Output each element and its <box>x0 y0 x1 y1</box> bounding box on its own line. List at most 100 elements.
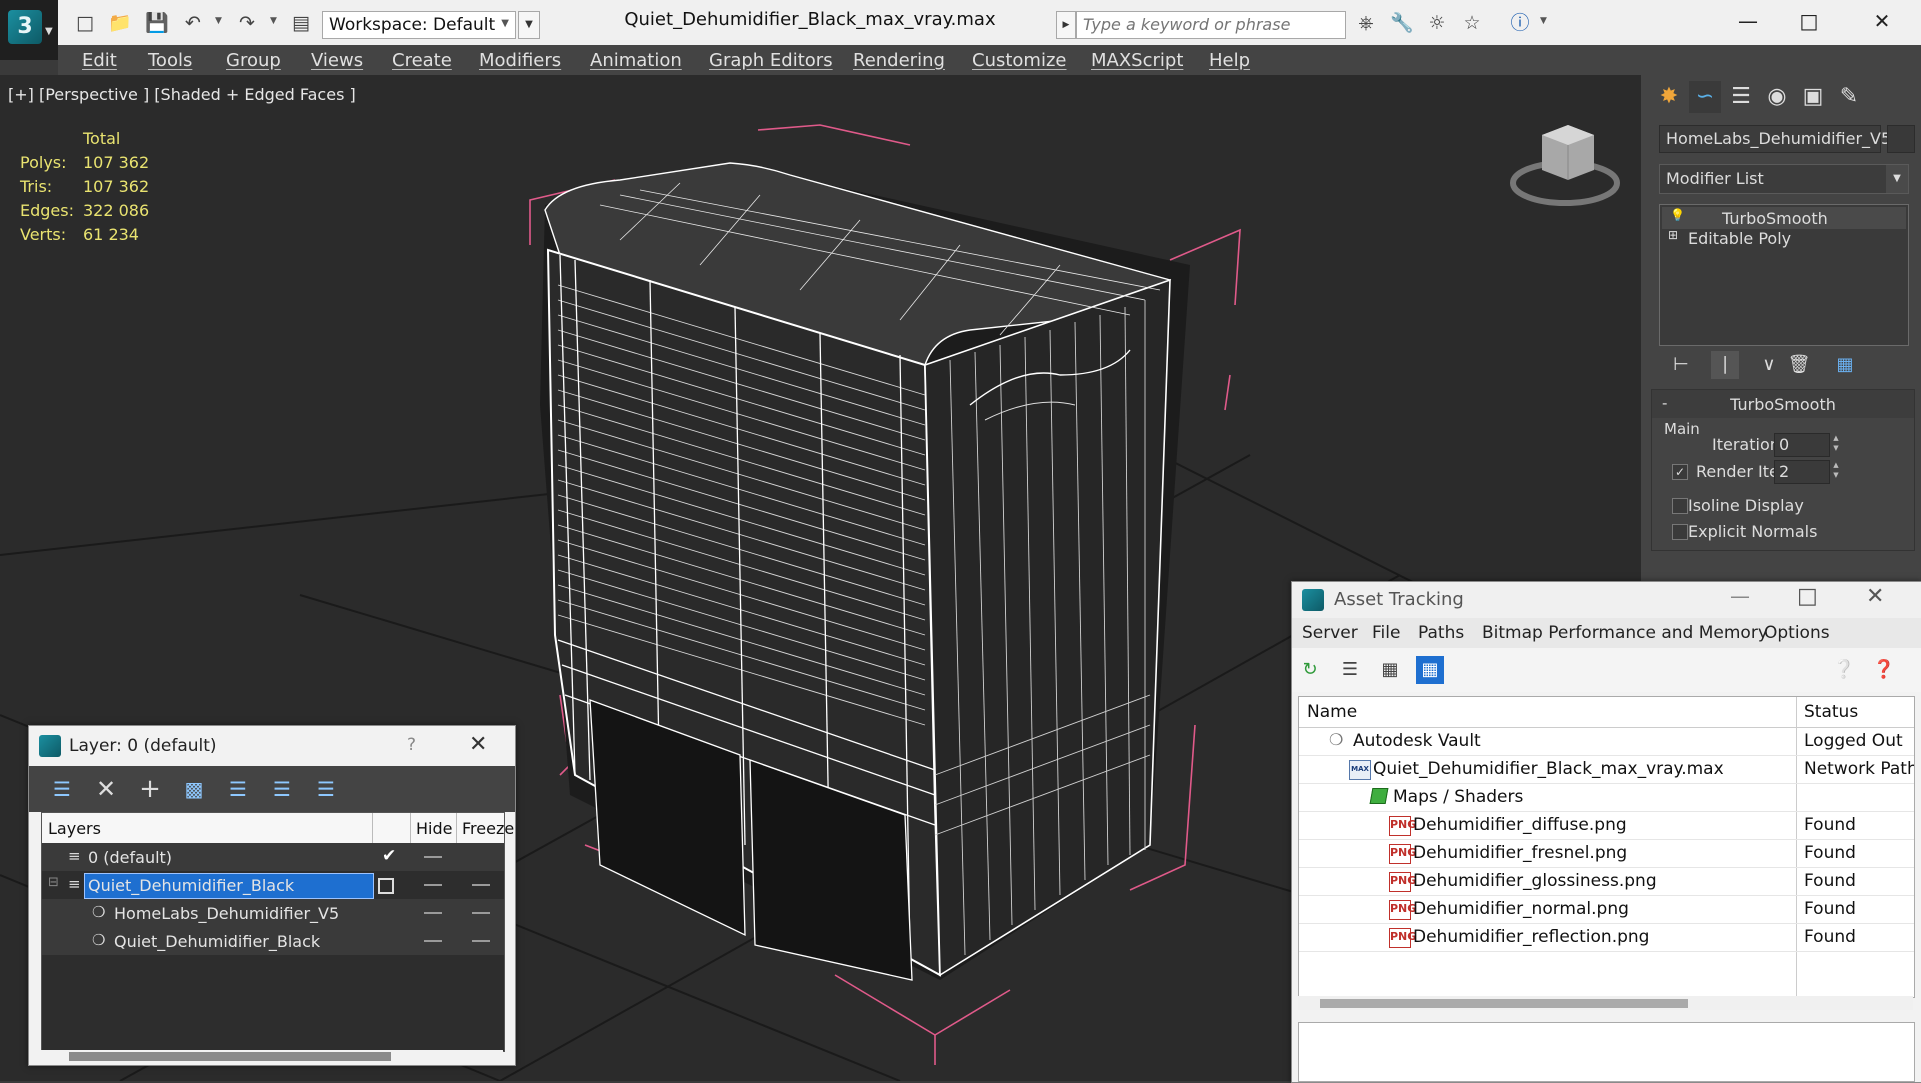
modify-tab-icon[interactable]: ∽ <box>1689 81 1721 113</box>
lightbulb-icon[interactable]: 💡 <box>1670 208 1685 222</box>
object-color-swatch[interactable] <box>1887 125 1915 153</box>
menu-maxscript[interactable]: MAXScript <box>1091 50 1183 71</box>
explicit-normals-checkbox[interactable] <box>1672 524 1688 540</box>
menu-group[interactable]: Group <box>226 50 281 71</box>
freeze-toggle[interactable] <box>472 940 490 942</box>
isoline-display-checkbox[interactable] <box>1672 498 1688 514</box>
help-icon[interactable]: ❔ <box>1830 656 1858 684</box>
workspace-dropdown[interactable]: Workspace: Default ▼ <box>322 11 516 39</box>
horizontal-scrollbar[interactable] <box>1298 996 1913 1010</box>
layer-row-default[interactable]: ≡ 0 (default) ✔ <box>42 843 504 871</box>
hide-toggle[interactable] <box>424 940 442 942</box>
utilities-tab-icon[interactable]: ✎ <box>1833 81 1865 113</box>
layer-row-object[interactable]: ❍ HomeLabs_Dehumidifier_V5 <box>42 899 504 927</box>
hide-toggle[interactable] <box>424 884 442 886</box>
undo-icon[interactable]: ↶ <box>181 11 205 35</box>
close-icon[interactable]: ✕ <box>469 732 487 757</box>
delete-layer-icon[interactable]: ✕ <box>93 776 119 802</box>
display-tab-icon[interactable]: ▣ <box>1797 81 1829 113</box>
table-row[interactable]: PNG Dehumidifier_fresnel.png Found <box>1299 839 1914 868</box>
menu-create[interactable]: Create <box>392 50 452 71</box>
close-button[interactable]: ✕ <box>1858 5 1906 37</box>
table-row[interactable]: PNG Dehumidifier_glossiness.png Found <box>1299 867 1914 896</box>
iterations-spinner[interactable]: 0 <box>1774 433 1830 457</box>
viewport-label[interactable]: [+] [Perspective ] [Shaded + Edged Faces… <box>8 85 356 104</box>
hide-toggle[interactable] <box>424 912 442 914</box>
freeze-toggle[interactable] <box>472 884 490 886</box>
layer-window-titlebar[interactable]: Layer: 0 (default) ? ✕ <box>29 726 515 766</box>
list-view-icon[interactable]: ☰ <box>1336 656 1364 684</box>
column-layers[interactable]: Layers <box>48 819 101 838</box>
tools-icon[interactable]: 🔧 <box>1390 11 1414 35</box>
menu-help[interactable]: Help <box>1209 50 1250 71</box>
scrollbar-thumb[interactable] <box>69 1052 391 1061</box>
menu-edit[interactable]: Edit <box>82 50 117 71</box>
select-in-layer-icon[interactable]: ▩ <box>181 776 207 802</box>
table-view-icon[interactable]: ▦ <box>1416 656 1444 684</box>
menu-animation[interactable]: Animation <box>590 50 682 71</box>
table-row[interactable]: PNG Dehumidifier_diffuse.png Found <box>1299 811 1914 840</box>
create-layer-icon[interactable]: ☰ <box>49 776 75 802</box>
asset-menu-paths[interactable]: Paths <box>1418 623 1464 643</box>
freeze-toggle[interactable] <box>424 856 442 858</box>
column-freeze[interactable]: Freeze <box>462 819 514 838</box>
configure-modifier-sets-icon[interactable]: ▦ <box>1831 351 1859 379</box>
stack-item-turbosmooth[interactable]: 💡 TurboSmooth <box>1662 207 1906 229</box>
menu-tools[interactable]: Tools <box>148 50 192 71</box>
rollout-header[interactable]: - TurboSmooth <box>1652 390 1914 418</box>
remove-modifier-icon[interactable]: 🗑 <box>1785 351 1813 379</box>
workspace-menu-button[interactable]: ▼ <box>518 11 540 39</box>
object-name-field[interactable]: HomeLabs_Dehumidifier_V5 <box>1659 125 1891 153</box>
column-status[interactable]: Status <box>1804 702 1858 722</box>
asset-window-titlebar[interactable]: Asset Tracking — □ ✕ <box>1292 582 1921 618</box>
favorites-star-icon[interactable]: ☆ <box>1460 11 1484 35</box>
modifier-list-dropdown[interactable]: Modifier List ▼ <box>1659 164 1909 194</box>
help-dropdown-icon[interactable]: ▼ <box>1540 16 1547 26</box>
render-iters-spin-arrows-icon[interactable]: ▲ ▼ <box>1830 460 1842 482</box>
refresh-icon[interactable]: ↻ <box>1296 656 1324 684</box>
menu-graph-editors[interactable]: Graph Editors <box>709 50 833 71</box>
minimize-button[interactable]: — <box>1730 584 1750 608</box>
set-current-layer-icon[interactable]: ☰ <box>269 776 295 802</box>
make-unique-icon[interactable]: ∨ <box>1755 351 1783 379</box>
iterations-spin-arrows-icon[interactable]: ▲ ▼ <box>1830 433 1842 455</box>
new-file-icon[interactable]: □ <box>73 11 97 35</box>
minimize-button[interactable]: — <box>1724 5 1772 37</box>
menu-customize[interactable]: Customize <box>972 50 1066 71</box>
help-icon[interactable]: ⓘ <box>1508 11 1532 35</box>
help-off-icon[interactable]: ❓ <box>1870 656 1898 684</box>
asset-menu-server[interactable]: Server <box>1302 623 1358 643</box>
menu-rendering[interactable]: Rendering <box>853 50 945 71</box>
table-row[interactable]: PNG Dehumidifier_normal.png Found <box>1299 895 1914 924</box>
menu-modifiers[interactable]: Modifiers <box>479 50 561 71</box>
show-end-result-icon[interactable]: ∣ <box>1711 351 1739 379</box>
column-hide[interactable]: Hide <box>416 819 452 838</box>
table-row[interactable]: PNG Dehumidifier_reflection.png Found <box>1299 923 1914 952</box>
communication-icon[interactable]: ☼ <box>1425 11 1449 35</box>
layer-row-object[interactable]: ❍ Quiet_Dehumidifier_Black <box>42 927 504 955</box>
select-layer-icon[interactable]: ☰ <box>225 776 251 802</box>
redo-icon[interactable]: ↷ <box>235 11 259 35</box>
scrollbar-thumb[interactable] <box>1320 999 1688 1008</box>
search-box[interactable] <box>1076 11 1346 39</box>
column-name[interactable]: Name <box>1307 702 1357 722</box>
set-current-box-icon[interactable] <box>378 878 394 894</box>
render-iters-checkbox[interactable]: ✓ <box>1672 464 1688 480</box>
binoculars-icon[interactable]: ⎈ <box>1354 11 1378 35</box>
viewcube-icon[interactable] <box>1510 125 1620 206</box>
motion-tab-icon[interactable]: ◉ <box>1761 81 1793 113</box>
expand-plus-icon[interactable]: ⊞ <box>1668 228 1678 242</box>
current-layer-check-icon[interactable]: ✔ <box>382 846 396 866</box>
hide-all-layers-icon[interactable]: ☰ <box>313 776 339 802</box>
maximize-button[interactable]: □ <box>1785 5 1833 37</box>
layer-row-quiet-dehumidifier[interactable]: ⊟ ≡ Quiet_Dehumidifier_Black <box>42 871 504 899</box>
project-icon[interactable]: ▤ <box>289 11 313 35</box>
app-menu-button[interactable]: 3 ▼ <box>0 0 58 60</box>
freeze-toggle[interactable] <box>472 912 490 914</box>
asset-menu-bitmap-performance[interactable]: Bitmap Performance and Memory <box>1482 623 1768 643</box>
table-row[interactable]: ❍ Autodesk Vault Logged Out <box>1299 727 1914 756</box>
stack-item-editable-poly[interactable]: ⊞ Editable Poly <box>1662 227 1906 249</box>
add-to-layer-icon[interactable]: + <box>137 776 163 802</box>
hierarchy-tab-icon[interactable]: ☰ <box>1725 81 1757 113</box>
pin-stack-icon[interactable]: ⊢ <box>1667 351 1695 379</box>
